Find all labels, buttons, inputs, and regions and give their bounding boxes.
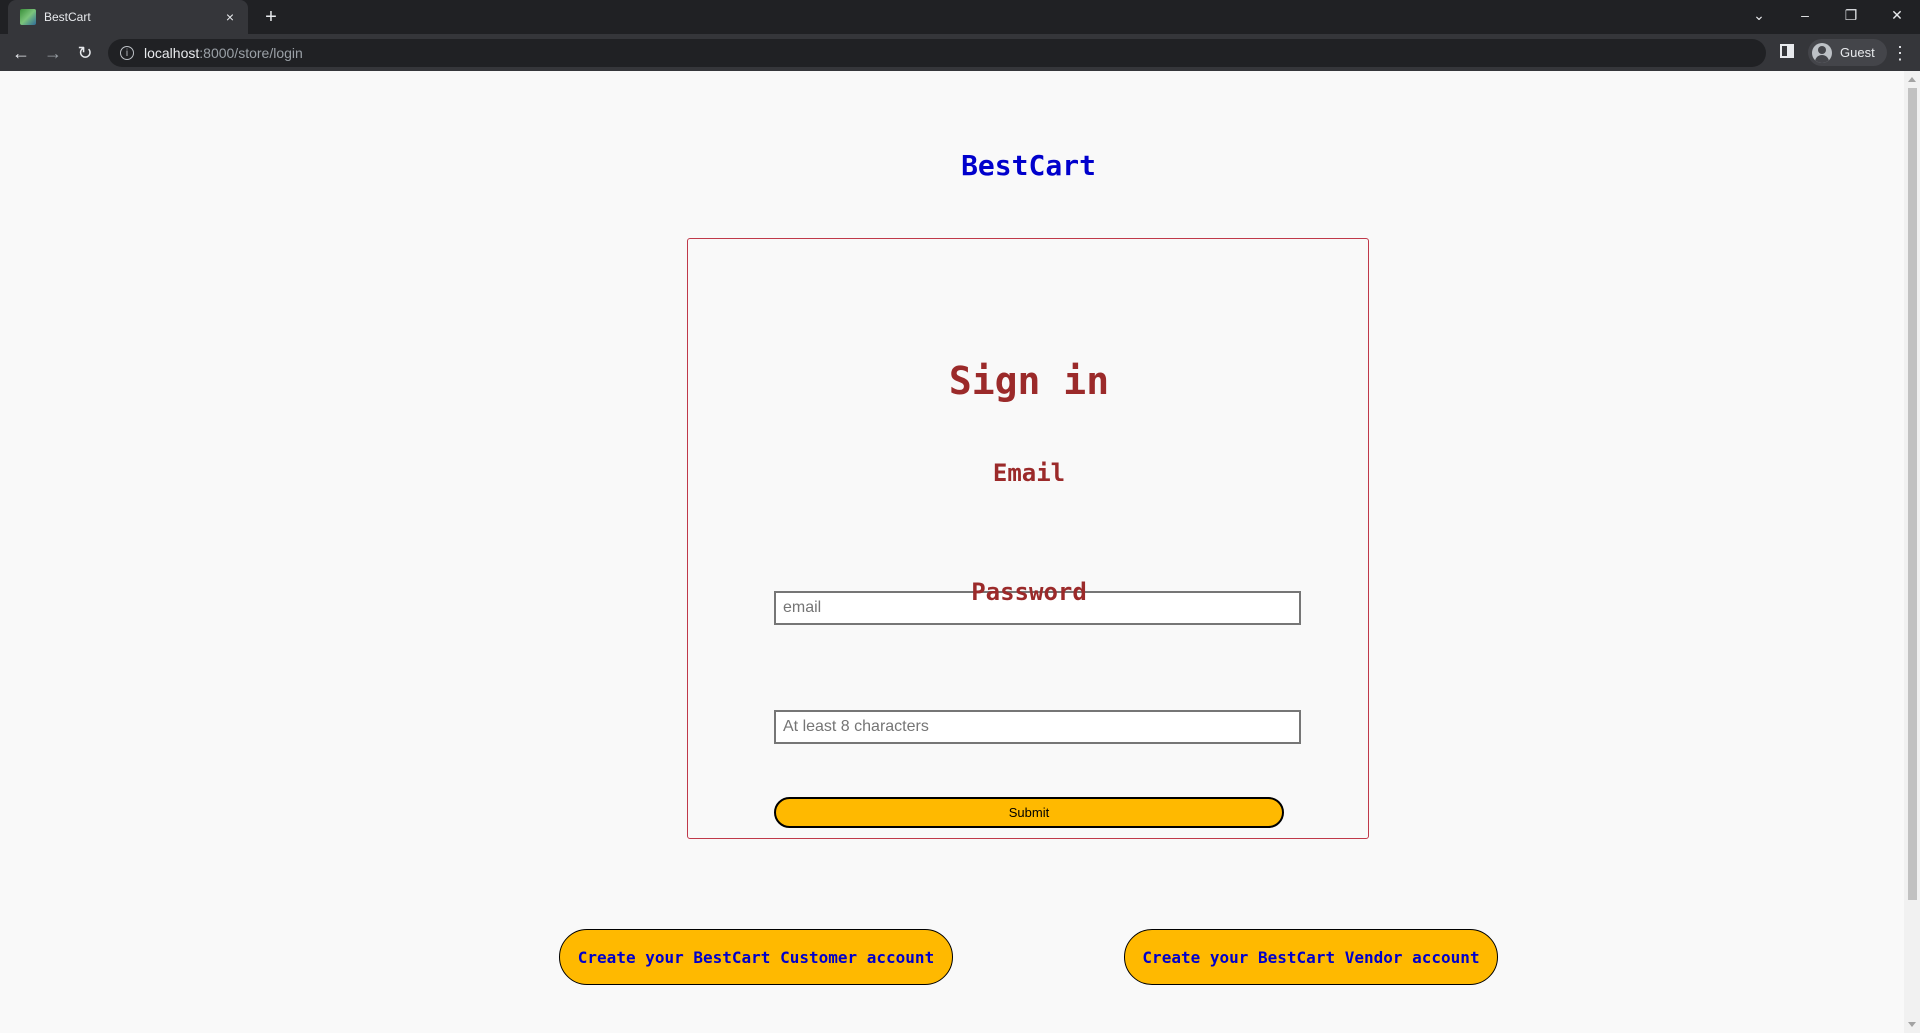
create-vendor-account-button[interactable]: Create your BestCart Vendor account <box>1124 929 1498 985</box>
minimize-icon[interactable]: – <box>1782 0 1828 30</box>
create-customer-account-button[interactable]: Create your BestCart Customer account <box>559 929 953 985</box>
back-icon[interactable]: ← <box>9 41 33 65</box>
password-label: Password <box>971 578 1087 606</box>
close-window-icon[interactable]: ✕ <box>1874 0 1920 30</box>
url-host: localhost <box>144 45 200 61</box>
page-scrollbar[interactable] <box>1904 71 1920 1033</box>
restore-icon[interactable]: ❐ <box>1828 0 1874 30</box>
page-title: Sign in <box>948 359 1110 403</box>
site-favicon-icon <box>20 9 36 25</box>
forward-icon[interactable]: → <box>41 41 65 65</box>
url-path: :8000/store/login <box>199 45 303 61</box>
profile-label: Guest <box>1840 45 1875 60</box>
address-bar[interactable]: i localhost:8000/store/login <box>108 39 1766 67</box>
page-content: BestCart Sign in Email Password Submit C… <box>0 71 1904 1033</box>
profile-button[interactable]: Guest <box>1808 39 1887 66</box>
avatar-icon <box>1812 42 1832 63</box>
browser-tab-bar: BestCart × + ⌄ – ❐ ✕ <box>0 0 1920 34</box>
scrollbar-thumb[interactable] <box>1908 88 1917 900</box>
password-field[interactable] <box>774 710 1301 744</box>
tab-search-icon[interactable]: ⌄ <box>1736 0 1782 30</box>
site-info-icon[interactable]: i <box>120 46 134 60</box>
tab-close-icon[interactable]: × <box>222 9 238 25</box>
side-panel-icon[interactable] <box>1780 44 1794 58</box>
tab-title: BestCart <box>44 10 91 24</box>
url-text: localhost:8000/store/login <box>144 45 303 61</box>
submit-button[interactable]: Submit <box>774 797 1284 828</box>
menu-icon[interactable]: ⋮ <box>1888 41 1912 65</box>
browser-toolbar: ← → ↻ i localhost:8000/store/login Guest… <box>0 34 1920 71</box>
reload-icon[interactable]: ↻ <box>73 41 97 65</box>
scroll-up-icon[interactable] <box>1908 77 1916 82</box>
new-tab-icon[interactable]: + <box>260 6 282 28</box>
email-label: Email <box>992 459 1066 487</box>
sign-in-card: Sign in Email Password Submit <box>687 238 1369 839</box>
brand-title: BestCart <box>961 149 1096 182</box>
scroll-down-icon[interactable] <box>1908 1022 1916 1027</box>
browser-tab[interactable]: BestCart × <box>8 0 248 34</box>
